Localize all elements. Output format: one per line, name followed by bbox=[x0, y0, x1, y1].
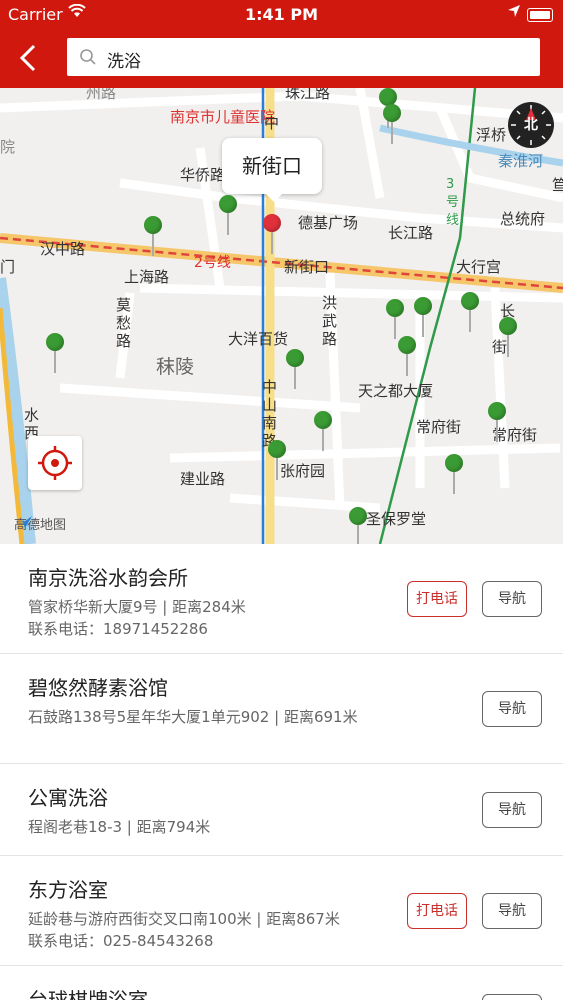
map-label-qinhuai: 秦淮河 bbox=[498, 152, 544, 170]
list-item[interactable]: 公寓洗浴 程阁老巷18-3 | 距离794米 导航 bbox=[0, 764, 563, 856]
map-callout[interactable]: 新街口 bbox=[222, 138, 322, 202]
map-label-changfu-st-2: 常府街 bbox=[492, 426, 538, 444]
map-pin[interactable] bbox=[383, 104, 401, 144]
list-item[interactable]: 台球棋牌浴室 导航 bbox=[0, 966, 563, 1000]
map-pin[interactable] bbox=[219, 195, 237, 235]
map-label-deji-plaza: 德基广场 bbox=[298, 214, 359, 232]
map-label-zhong: 中 bbox=[264, 114, 280, 132]
location-arrow-icon bbox=[507, 4, 521, 22]
map-label-zongtongfu: 总统府 bbox=[500, 210, 546, 228]
call-button[interactable]: 打电话 bbox=[407, 581, 467, 617]
results-list: 南京洗浴水韵会所 管家桥华新大厦9号 | 距离284米 联系电话：1897145… bbox=[0, 544, 563, 1000]
result-name: 碧悠然酵素浴馆 bbox=[28, 676, 168, 700]
result-address: 延龄巷与游府西街交叉口南100米 | 距离867米 bbox=[28, 910, 340, 928]
map-pin[interactable] bbox=[499, 317, 517, 357]
result-phone: 联系电话：025-84543268 bbox=[28, 932, 214, 950]
map-label-mochou-rd: 莫愁路 bbox=[116, 296, 132, 350]
crosshair-icon bbox=[38, 446, 72, 480]
search-icon bbox=[80, 49, 96, 65]
map-label-moling: 秣陵 bbox=[156, 356, 195, 378]
map-pin[interactable] bbox=[144, 216, 162, 256]
map-label-men: 门 bbox=[0, 258, 16, 276]
back-button[interactable] bbox=[12, 38, 48, 78]
list-item[interactable]: 碧悠然酵素浴馆 石鼓路138号5星年华大厦1单元902 | 距离691米 导航 bbox=[0, 654, 563, 764]
search-query[interactable]: 洗浴 bbox=[107, 47, 141, 72]
map-label-huaqiao-rd: 华侨路 bbox=[180, 166, 226, 184]
list-item[interactable]: 东方浴室 延龄巷与游府西街交叉口南100米 | 距离867米 联系电话：025-… bbox=[0, 856, 563, 966]
map-pin[interactable] bbox=[445, 454, 463, 494]
map-label-zhou-rd: 州路 bbox=[86, 88, 117, 102]
clock: 1:41 PM bbox=[244, 5, 318, 24]
map-label-yuan: 院 bbox=[0, 138, 16, 156]
nav-bar: 洗浴 bbox=[0, 30, 563, 88]
result-name: 东方浴室 bbox=[28, 878, 108, 902]
map-pin[interactable] bbox=[461, 292, 479, 332]
map-pin[interactable] bbox=[46, 333, 64, 373]
result-name: 台球棋牌浴室 bbox=[28, 988, 148, 1000]
map-pin[interactable] bbox=[398, 336, 416, 376]
locate-me-button[interactable] bbox=[28, 436, 82, 490]
compass-button[interactable]: 北 bbox=[508, 102, 554, 148]
map-pin[interactable] bbox=[286, 349, 304, 389]
map-label-k: 笪 bbox=[552, 176, 563, 194]
amap-logo-icon bbox=[16, 516, 32, 528]
map-label-xinjiekou-station: 新街口 bbox=[284, 258, 330, 276]
search-field[interactable]: 洗浴 bbox=[67, 38, 540, 76]
list-item[interactable]: 南京洗浴水韵会所 管家桥华新大厦9号 | 距离284米 联系电话：1897145… bbox=[0, 544, 563, 654]
result-address: 程阁老巷18-3 | 距离794米 bbox=[28, 818, 211, 836]
map-label-changfu-st: 常府街 bbox=[416, 418, 462, 436]
map-view[interactable]: 南京市儿童医院 珠江路 州路 院 华侨路 中 德基广场 长江路 汉中路 门 2号… bbox=[0, 88, 563, 544]
navigate-button[interactable]: 导航 bbox=[482, 893, 542, 929]
map-watermark: 高德地图 bbox=[14, 514, 66, 533]
map-label-dayang: 大洋百货 bbox=[228, 330, 289, 348]
navigate-button[interactable]: 导航 bbox=[482, 691, 542, 727]
result-address: 管家桥华新大厦9号 | 距离284米 bbox=[28, 598, 246, 616]
navigate-button[interactable]: 导航 bbox=[482, 792, 542, 828]
map-label-fuqiao: 浮桥 bbox=[476, 126, 507, 144]
map-pin[interactable] bbox=[488, 402, 506, 442]
map-label-zhangfu-park: 张府园 bbox=[280, 462, 326, 480]
map-label-daxinggong: 大行宫 bbox=[456, 258, 502, 276]
map-pin[interactable] bbox=[414, 297, 432, 337]
map-label-zhujiang-rd: 珠江路 bbox=[285, 88, 331, 102]
map-label-st-paul: 圣保罗堂 bbox=[366, 510, 427, 528]
battery-icon bbox=[527, 8, 553, 22]
map-label-tianzhidu: 天之都大厦 bbox=[358, 382, 434, 400]
map-label-jianye-rd: 建业路 bbox=[180, 470, 226, 488]
navigate-button[interactable]: 导航 bbox=[482, 581, 542, 617]
map-label-line3: 3号线 bbox=[446, 177, 460, 228]
map-pin[interactable] bbox=[314, 411, 332, 451]
map-label-line2: 2号线 bbox=[194, 255, 231, 271]
result-name: 南京洗浴水韵会所 bbox=[28, 566, 188, 590]
map-pin[interactable] bbox=[386, 299, 404, 339]
map-label-jie: 街 bbox=[492, 338, 508, 356]
call-button[interactable]: 打电话 bbox=[407, 893, 467, 929]
chevron-left-icon bbox=[19, 44, 36, 72]
compass-label: 北 bbox=[524, 117, 538, 133]
map-pin[interactable] bbox=[379, 88, 397, 128]
map-label-changjiang-rd: 长江路 bbox=[388, 224, 434, 242]
result-phone: 联系电话：18971452286 bbox=[28, 620, 208, 638]
map-label-hanzhong-rd: 汉中路 bbox=[40, 240, 86, 258]
map-pin[interactable] bbox=[268, 440, 286, 480]
status-bar: Carrier 1:41 PM bbox=[0, 0, 563, 30]
navigate-button[interactable]: 导航 bbox=[482, 994, 542, 1000]
result-name: 公寓洗浴 bbox=[28, 786, 108, 810]
map-label-hongwu-rd: 洪武路 bbox=[322, 294, 338, 348]
result-address: 石鼓路138号5星年华大厦1单元902 | 距离691米 bbox=[28, 708, 358, 726]
map-label-shanghai-rd: 上海路 bbox=[124, 268, 170, 286]
map-pin[interactable] bbox=[349, 507, 367, 544]
map-pin-current[interactable] bbox=[263, 214, 281, 254]
map-label-children-hospital: 南京市儿童医院 bbox=[170, 108, 276, 126]
